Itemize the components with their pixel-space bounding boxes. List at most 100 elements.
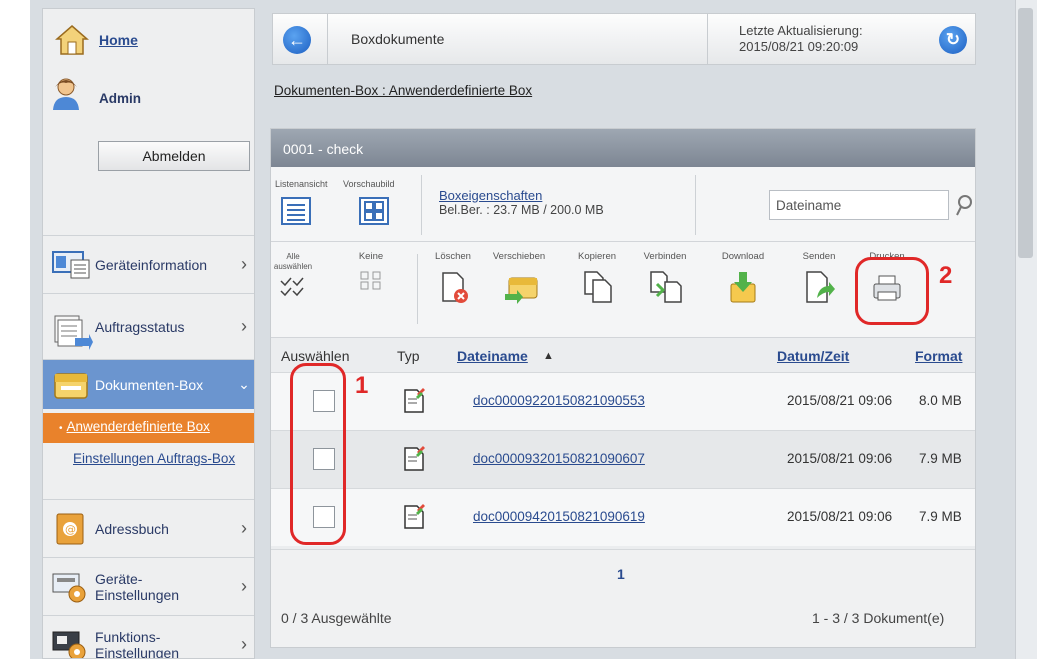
file-size: 8.0 MB (919, 393, 962, 408)
divider (421, 175, 422, 235)
move-icon (503, 270, 538, 304)
device-settings-icon (51, 570, 93, 604)
sidebar-subitem-custom-box[interactable]: • Anwenderdefinierte Box (43, 413, 254, 443)
refresh-icon: ↻ (945, 30, 961, 49)
back-button[interactable]: ← (283, 26, 311, 54)
copy-label: Kopieren (577, 251, 617, 262)
preview-view-icon[interactable] (359, 197, 389, 225)
divider (327, 14, 328, 64)
file-date: 2015/08/21 09:06 (787, 509, 893, 524)
annotation-highlight-print (855, 257, 929, 325)
divider (417, 254, 418, 324)
annotation-highlight-checkboxes (290, 363, 346, 545)
sidebar-subitem-job-box-settings[interactable]: Einstellungen Auftrags-Box (43, 449, 254, 497)
column-header-date[interactable]: Datum/Zeit (777, 348, 849, 364)
list-view-label: Listenansicht (275, 179, 328, 189)
copy-button[interactable]: Kopieren (567, 252, 627, 304)
send-icon (803, 270, 835, 304)
document-icon (404, 388, 425, 413)
chevron-right-icon: › (241, 518, 247, 538)
select-none-label: Keine (358, 251, 384, 262)
refresh-button[interactable]: ↻ (939, 26, 967, 54)
sidebar-item-label: Adressbuch (95, 520, 169, 537)
sidebar-item-label: Dokumenten-Box (95, 376, 204, 393)
box-title: 0001 - check (271, 129, 975, 167)
table-row: doc00009420150821090619 2015/08/21 09:06… (271, 488, 975, 546)
annotation-number: 2 (939, 262, 953, 289)
filename-search-input[interactable]: Dateiname (769, 190, 949, 220)
join-label: Verbinden (643, 251, 687, 262)
chevron-right-icon: › (241, 634, 247, 654)
sidebar-item-job-status[interactable]: Auftragsstatus › (43, 293, 254, 359)
user-info: Admin (43, 71, 254, 127)
pager: 1 0 / 3 Ausgewählte 1 - 3 / 3 Dokument(e… (271, 549, 975, 647)
user-avatar-icon (53, 78, 79, 110)
sidebar-subitem-label: Anwenderdefinierte Box (66, 419, 210, 434)
sidebar-subitem-label: Einstellungen Auftrags-Box (73, 451, 236, 466)
divider (695, 175, 696, 235)
sidebar-item-address-book[interactable]: @ Adressbuch › (43, 499, 254, 557)
scrollbar-thumb[interactable] (1018, 8, 1033, 258)
select-none-icon (359, 270, 383, 304)
delete-icon (437, 270, 469, 304)
sidebar: Home Admin Abmelden Geräteinformation › … (42, 8, 255, 659)
box-usage: Bel.Ber. : 23.7 MB / 200.0 MB (439, 203, 604, 217)
address-book-icon: @ (51, 512, 93, 546)
download-button[interactable]: Download (713, 252, 773, 304)
file-name-link[interactable]: doc00009320150821090607 (473, 451, 645, 466)
sidebar-item-function-settings[interactable]: Funktions- Einstellungen › (43, 615, 254, 658)
divider (707, 14, 708, 64)
table-row: doc00009320150821090607 2015/08/21 09:06… (271, 430, 975, 488)
sidebar-item-label: Auftragsstatus (95, 318, 185, 335)
header-bar: ← Boxdokumente Letzte Aktualisierung: 20… (272, 13, 976, 65)
selected-count: 0 / 3 Ausgewählte (281, 610, 392, 626)
preview-view-label: Vorschaubild (343, 179, 395, 189)
join-button[interactable]: Verbinden (635, 252, 695, 304)
home-link[interactable]: Home (99, 32, 138, 48)
box-properties-link[interactable]: Boxeigenschaften (439, 189, 542, 202)
logout-button[interactable]: Abmelden (98, 141, 250, 171)
page-number[interactable]: 1 (617, 566, 625, 582)
page-title: Boxdokumente (351, 31, 445, 47)
search-icon[interactable] (955, 193, 973, 217)
sidebar-home[interactable]: Home (43, 9, 254, 71)
download-label: Download (721, 251, 765, 262)
file-date: 2015/08/21 09:06 (787, 393, 893, 408)
move-button[interactable]: Verschieben (489, 252, 549, 304)
select-all-button[interactable]: Alle auswählen (271, 252, 315, 310)
delete-button[interactable]: Löschen (423, 252, 483, 304)
sidebar-item-device-info[interactable]: Geräteinformation › (43, 235, 254, 293)
file-date: 2015/08/21 09:06 (787, 451, 893, 466)
user-name: Admin (99, 91, 141, 106)
delete-label: Löschen (435, 251, 471, 262)
join-icon (649, 270, 682, 304)
chevron-down-icon: ⌄ (238, 376, 250, 392)
file-name-link[interactable]: doc00009420150821090619 (473, 509, 645, 524)
chevron-right-icon: › (241, 576, 247, 596)
column-header-type: Typ (397, 348, 420, 364)
file-size: 7.9 MB (919, 451, 962, 466)
sidebar-item-device-settings[interactable]: Geräte- Einstellungen › (43, 557, 254, 615)
column-header-select: Auswählen (281, 348, 350, 364)
arrow-left-icon: ← (288, 29, 306, 50)
sidebar-item-label: Geräte- Einstellungen (95, 570, 180, 603)
breadcrumb[interactable]: Dokumenten-Box : Anwenderdefinierte Box (274, 83, 532, 98)
document-icon (404, 446, 425, 471)
column-header-filename[interactable]: Dateiname (457, 348, 528, 364)
document-box-icon (51, 368, 93, 402)
column-header-format[interactable]: Format (915, 348, 962, 364)
list-view-icon[interactable] (281, 197, 311, 225)
document-icon (404, 504, 425, 529)
annotation-number: 1 (355, 372, 369, 399)
device-info-icon (51, 248, 93, 282)
select-all-label: Alle auswählen (273, 252, 313, 271)
send-button[interactable]: Senden (789, 252, 849, 304)
select-none-button[interactable]: Keine (351, 252, 391, 304)
file-size: 7.9 MB (919, 509, 962, 524)
table-row: doc00009220150821090553 2015/08/21 09:06… (271, 372, 975, 430)
file-name-link[interactable]: doc00009220150821090553 (473, 393, 645, 408)
sidebar-item-document-box[interactable]: Dokumenten-Box ⌄ (43, 359, 254, 409)
table-header: Auswählen Typ Dateiname ▲ Datum/Zeit For… (271, 340, 975, 372)
send-label: Senden (802, 251, 836, 262)
home-icon (55, 25, 89, 55)
